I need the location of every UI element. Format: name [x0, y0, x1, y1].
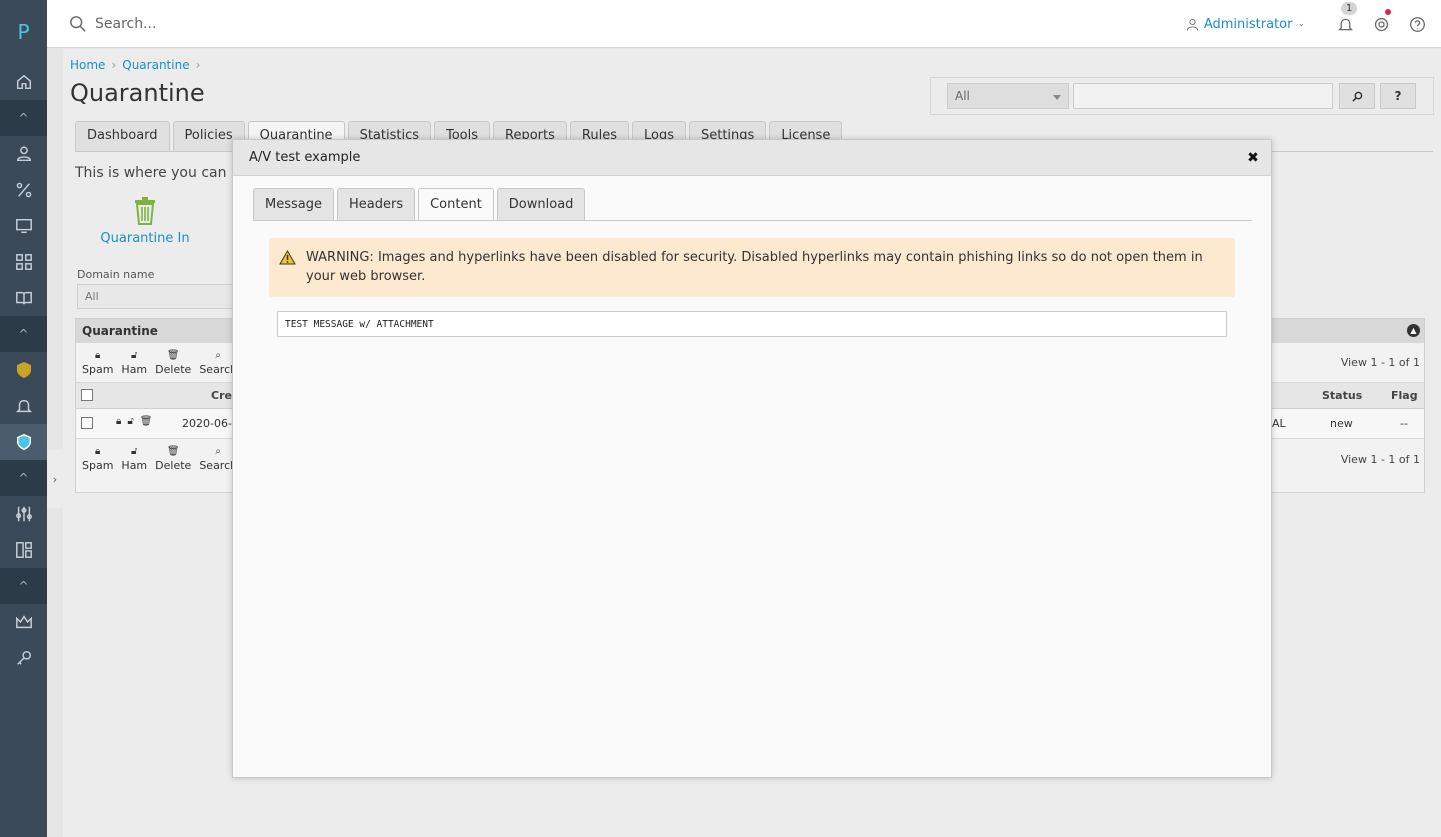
- help-icon: [1409, 16, 1425, 32]
- trash-icon: 🗑︎: [166, 349, 180, 361]
- bell-icon[interactable]: [0, 388, 47, 424]
- notification-count-badge: 1: [1341, 1, 1358, 15]
- search-icon: [1351, 91, 1362, 102]
- top-bar: Administrator ⌄ 1: [47, 0, 1441, 48]
- app-logo[interactable]: P: [0, 0, 47, 64]
- key-icon[interactable]: [0, 640, 47, 676]
- close-icon[interactable]: ✖: [1245, 150, 1261, 166]
- delete-button[interactable]: 🗑︎ Delete: [155, 446, 191, 472]
- page-title: Quarantine: [70, 79, 205, 107]
- ham-button[interactable]: 🔓︎ Ham: [121, 446, 147, 472]
- caret-down-icon: [1053, 95, 1061, 100]
- percent-icon[interactable]: [0, 172, 47, 208]
- user-menu[interactable]: Administrator ⌄: [1186, 17, 1305, 32]
- row-checkbox[interactable]: [81, 417, 93, 429]
- filter-help-button[interactable]: ?: [1380, 83, 1416, 109]
- chevron-down-icon: ⌄: [1297, 19, 1305, 29]
- quarantine-icon[interactable]: [0, 424, 47, 460]
- row-truncated-cell: AL: [1272, 417, 1286, 430]
- tab-download[interactable]: Download: [496, 188, 586, 220]
- user-name: Administrator: [1203, 16, 1293, 32]
- quarantine-in-button[interactable]: Quarantine In: [100, 197, 190, 246]
- row-status: new: [1330, 417, 1353, 430]
- shield-icon[interactable]: [0, 352, 47, 388]
- side-navigation: P ^ ^ ^ ^: [0, 0, 47, 837]
- monitor-icon[interactable]: [0, 208, 47, 244]
- ham-button[interactable]: 🔓︎ Ham: [121, 350, 147, 376]
- collapse-icon[interactable]: ^: [0, 100, 47, 136]
- grid-title: Quarantine: [82, 324, 158, 338]
- dialog-tabs: Message Headers Content Download: [253, 188, 586, 221]
- filter-box: All ?: [930, 77, 1434, 115]
- dialog-header: A/V test example ✖: [233, 140, 1271, 176]
- breadcrumb-separator-icon: ›: [195, 58, 201, 72]
- tab-headers[interactable]: Headers: [336, 188, 416, 220]
- breadcrumb-home[interactable]: Home: [70, 58, 105, 72]
- row-action-icons[interactable]: 🔒︎🔓︎🗑︎: [116, 416, 159, 427]
- message-content: TEST MESSAGE w/ ATTACHMENT: [277, 311, 1227, 337]
- breadcrumb-quarantine[interactable]: Quarantine: [122, 58, 189, 72]
- help-button[interactable]: [1399, 16, 1435, 33]
- message-preview-dialog: A/V test example ✖ Message Headers Conte…: [232, 139, 1272, 778]
- security-warning: WARNING: Images and hyperlinks have been…: [269, 238, 1235, 297]
- domain-name-select[interactable]: All: [77, 284, 237, 309]
- filter-select-value: All: [955, 89, 970, 103]
- lock-icon: 🔒︎: [95, 349, 101, 361]
- user-icon[interactable]: [0, 136, 47, 172]
- dialog-tabs-divider: [253, 220, 1252, 221]
- tab-content[interactable]: Content: [418, 188, 494, 221]
- search-icon: [70, 15, 86, 32]
- intro-text: This is where you can m: [75, 165, 245, 181]
- warning-text: WARNING: Images and hyperlinks have been…: [306, 250, 1203, 284]
- lifebuoy-icon: [1374, 17, 1388, 31]
- pager-info: View 1 - 1 of 1: [1340, 452, 1420, 466]
- spam-button[interactable]: 🔒︎ Spam: [82, 446, 113, 472]
- row-flag: --: [1400, 417, 1408, 430]
- grid-icon[interactable]: [0, 244, 47, 280]
- select-all-checkbox[interactable]: [81, 389, 93, 401]
- column-flag[interactable]: Flag: [1391, 389, 1418, 402]
- collapse-icon[interactable]: ▲: [1407, 324, 1420, 337]
- trash-icon: [135, 197, 155, 225]
- delete-button[interactable]: 🗑︎ Delete: [155, 350, 191, 376]
- crown-icon[interactable]: [0, 604, 47, 640]
- unlock-icon: 🔓︎: [131, 446, 138, 457]
- support-button[interactable]: [1363, 8, 1399, 33]
- bell-icon: [1337, 18, 1353, 30]
- collapse-icon[interactable]: ^: [0, 316, 47, 352]
- breadcrumb: Home › Quarantine ›: [70, 58, 200, 72]
- row-created: 2020-06-1: [182, 417, 239, 430]
- breadcrumb-separator-icon: ›: [111, 58, 117, 72]
- home-icon[interactable]: [0, 64, 47, 100]
- global-search-input[interactable]: [95, 15, 695, 32]
- collapse-icon[interactable]: ^: [0, 460, 47, 496]
- user-icon: [1186, 18, 1199, 30]
- lock-icon: 🔒︎: [95, 446, 101, 457]
- unlock-icon: 🔓︎: [131, 349, 138, 361]
- domain-name-label: Domain name: [77, 268, 155, 281]
- pager-info: View 1 - 1 of 1: [1340, 356, 1420, 369]
- book-icon[interactable]: [0, 280, 47, 316]
- spam-button[interactable]: 🔒︎ Spam: [82, 350, 113, 376]
- filter-input[interactable]: [1073, 83, 1333, 109]
- trash-icon: 🗑︎: [166, 446, 180, 457]
- dialog-title: A/V test example: [249, 150, 361, 165]
- column-status[interactable]: Status: [1322, 389, 1362, 402]
- sidebar-expand-toggle[interactable]: ›: [47, 450, 63, 508]
- quarantine-in-label: Quarantine In: [100, 231, 190, 246]
- layout-icon[interactable]: [0, 532, 47, 568]
- status-dot: [1385, 8, 1391, 15]
- tab-dashboard[interactable]: Dashboard: [75, 121, 170, 151]
- filter-search-button[interactable]: [1339, 83, 1375, 109]
- sliders-icon[interactable]: [0, 496, 47, 532]
- tab-message[interactable]: Message: [253, 188, 334, 220]
- warning-icon: [279, 250, 296, 265]
- collapse-icon[interactable]: ^: [0, 568, 47, 604]
- notifications-button[interactable]: 1: [1327, 1, 1363, 33]
- filter-select[interactable]: All: [947, 83, 1069, 109]
